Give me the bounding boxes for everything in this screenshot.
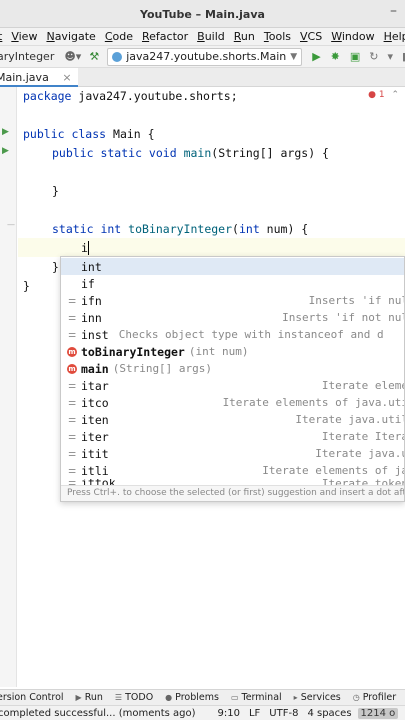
- profiler-icon: ◷: [352, 693, 360, 702]
- completion-item[interactable]: ⚌ iten Iterate java.util: [61, 411, 404, 428]
- template-icon: ⚌: [67, 431, 77, 442]
- run-icon[interactable]: ▶: [312, 50, 320, 63]
- status-bar: completed successful... (moments ago) 9:…: [0, 705, 405, 720]
- user-icon[interactable]: ☻▾: [64, 50, 81, 63]
- tool-window-bar: ersion Control ▶ Run ☰ TODO ● Problems ▭ Ter…: [0, 689, 405, 705]
- run-configuration-select[interactable]: java247.youtube.shorts.Main ▼: [107, 47, 303, 66]
- indent-setting[interactable]: 4 spaces: [307, 708, 351, 719]
- tool-version-control[interactable]: ersion Control: [0, 692, 64, 703]
- menu-help[interactable]: Help: [384, 30, 405, 43]
- menu-window[interactable]: Window: [331, 30, 374, 43]
- completion-item[interactable]: m main (String[] args): [61, 360, 404, 377]
- close-icon[interactable]: ×: [62, 71, 71, 84]
- tool-problems[interactable]: ● Problems: [165, 692, 219, 703]
- menu-vcs[interactable]: VCS: [300, 30, 322, 43]
- completion-item[interactable]: ⚌ inn Inserts 'if not nul: [61, 309, 404, 326]
- gutter: ▶ ▶ —: [0, 87, 17, 687]
- run-icon: ▶: [75, 693, 82, 702]
- menu-tools[interactable]: Tools: [264, 30, 291, 43]
- editor-tabs: Main.java ×: [0, 68, 405, 87]
- chevron-down-icon: ▼: [290, 51, 298, 62]
- template-icon: ⚌: [67, 380, 77, 391]
- window-title: YouTube – Main.java: [140, 8, 265, 21]
- debug-icon[interactable]: ✸: [331, 50, 340, 63]
- error-icon: ● 1: [368, 90, 385, 100]
- hammer-icon[interactable]: ⚒: [89, 50, 99, 63]
- run-gutter-icon[interactable]: ▶: [2, 146, 9, 156]
- completion-item[interactable]: ⚌ inst Checks object type with instanceo…: [61, 326, 404, 343]
- menu-build[interactable]: Build: [197, 30, 225, 43]
- template-icon: ⚌: [67, 448, 77, 459]
- tool-services[interactable]: ▸ Services: [294, 692, 341, 703]
- fold-icon[interactable]: —: [7, 220, 15, 229]
- error-count: 1: [378, 90, 385, 100]
- more-icon[interactable]: ▾: [388, 50, 394, 63]
- code-line: public class Main {: [23, 127, 155, 141]
- completion-item[interactable]: ⚌ itit Iterate java.u: [61, 445, 404, 462]
- code-line: i: [81, 241, 88, 255]
- memory-indicator[interactable]: 1214 o: [357, 707, 399, 719]
- minimize-icon[interactable]: –: [390, 3, 397, 19]
- problems-icon: ●: [165, 693, 173, 702]
- menu-edit[interactable]: t: [0, 30, 2, 43]
- method-icon: m: [67, 363, 77, 374]
- menu-refactor[interactable]: Refactor: [142, 30, 188, 43]
- template-icon: ⚌: [67, 329, 77, 340]
- profile-icon[interactable]: ↻: [369, 50, 378, 63]
- tab-main-java[interactable]: Main.java ×: [0, 68, 78, 87]
- class-icon: [112, 51, 123, 62]
- services-icon: ▸: [293, 693, 298, 702]
- completion-item[interactable]: ⚌ itli Iterate elements of ja: [61, 462, 404, 479]
- code-line: }: [52, 260, 59, 274]
- menu-run[interactable]: Run: [234, 30, 255, 43]
- completion-item[interactable]: ⚌ iter Iterate Itera: [61, 428, 404, 445]
- completion-item[interactable]: m toBinaryInteger (int num): [61, 343, 404, 360]
- tool-todo[interactable]: ☰ TODO: [115, 692, 153, 703]
- code-line: public static void main(String[] args) {: [52, 146, 329, 160]
- status-message[interactable]: completed successful... (moments ago): [0, 708, 196, 719]
- caret-position[interactable]: 9:10: [218, 708, 240, 719]
- title-bar: YouTube – Main.java –: [0, 0, 405, 28]
- code-line: static int toBinaryInteger(int num) {: [52, 222, 309, 236]
- code-line: }: [23, 279, 30, 293]
- template-icon: ⚌: [67, 465, 77, 476]
- template-icon: ⚌: [67, 295, 77, 306]
- tool-terminal[interactable]: ▭ Terminal: [231, 692, 282, 703]
- completion-hint: Press Ctrl+. to choose the selected (or …: [61, 485, 404, 501]
- file-encoding[interactable]: UTF-8: [269, 708, 298, 719]
- method-icon: m: [67, 346, 77, 357]
- inspection-widget[interactable]: ● 1 ⌃: [368, 90, 399, 100]
- tab-label: Main.java: [0, 71, 49, 84]
- completion-item[interactable]: int: [61, 258, 404, 275]
- template-icon: ⚌: [67, 312, 77, 323]
- template-icon: ⚌: [67, 397, 77, 408]
- menu-navigate[interactable]: Navigate: [46, 30, 95, 43]
- menu-bar: t View Navigate Code Refactor Build Run …: [0, 28, 405, 46]
- breadcrumb[interactable]: aryInteger: [0, 50, 54, 63]
- completion-item[interactable]: if: [61, 275, 404, 292]
- toolbar: aryInteger ☻▾ ⚒ java247.youtube.shorts.M…: [0, 46, 405, 68]
- current-line-highlight: [18, 238, 405, 257]
- list-icon: ☰: [114, 693, 123, 702]
- coverage-icon[interactable]: ▣: [350, 50, 360, 63]
- completion-popup: int if ⚌ ifn Inserts 'if nul ⚌ inn Inser…: [60, 256, 405, 502]
- code-line: }: [52, 184, 59, 198]
- code-line: package java247.youtube.shorts;: [23, 89, 238, 103]
- menu-view[interactable]: View: [11, 30, 37, 43]
- run-gutter-icon[interactable]: ▶: [2, 127, 9, 137]
- chevron-up-icon: ⌃: [391, 90, 399, 100]
- tool-profiler[interactable]: ◷ Profiler: [353, 692, 396, 703]
- text-caret: [88, 241, 89, 255]
- completion-item[interactable]: ⚌ ifn Inserts 'if nul: [61, 292, 404, 309]
- menu-code[interactable]: Code: [105, 30, 133, 43]
- terminal-icon: ▭: [230, 693, 239, 702]
- tool-run[interactable]: ▶ Run: [76, 692, 103, 703]
- template-icon: ⚌: [67, 414, 77, 425]
- completion-item[interactable]: ⚌ itco Iterate elements of java.uti: [61, 394, 404, 411]
- completion-item[interactable]: ⚌ itar Iterate eleme: [61, 377, 404, 394]
- run-configuration-label: java247.youtube.shorts.Main: [126, 50, 287, 63]
- line-separator[interactable]: LF: [249, 708, 260, 719]
